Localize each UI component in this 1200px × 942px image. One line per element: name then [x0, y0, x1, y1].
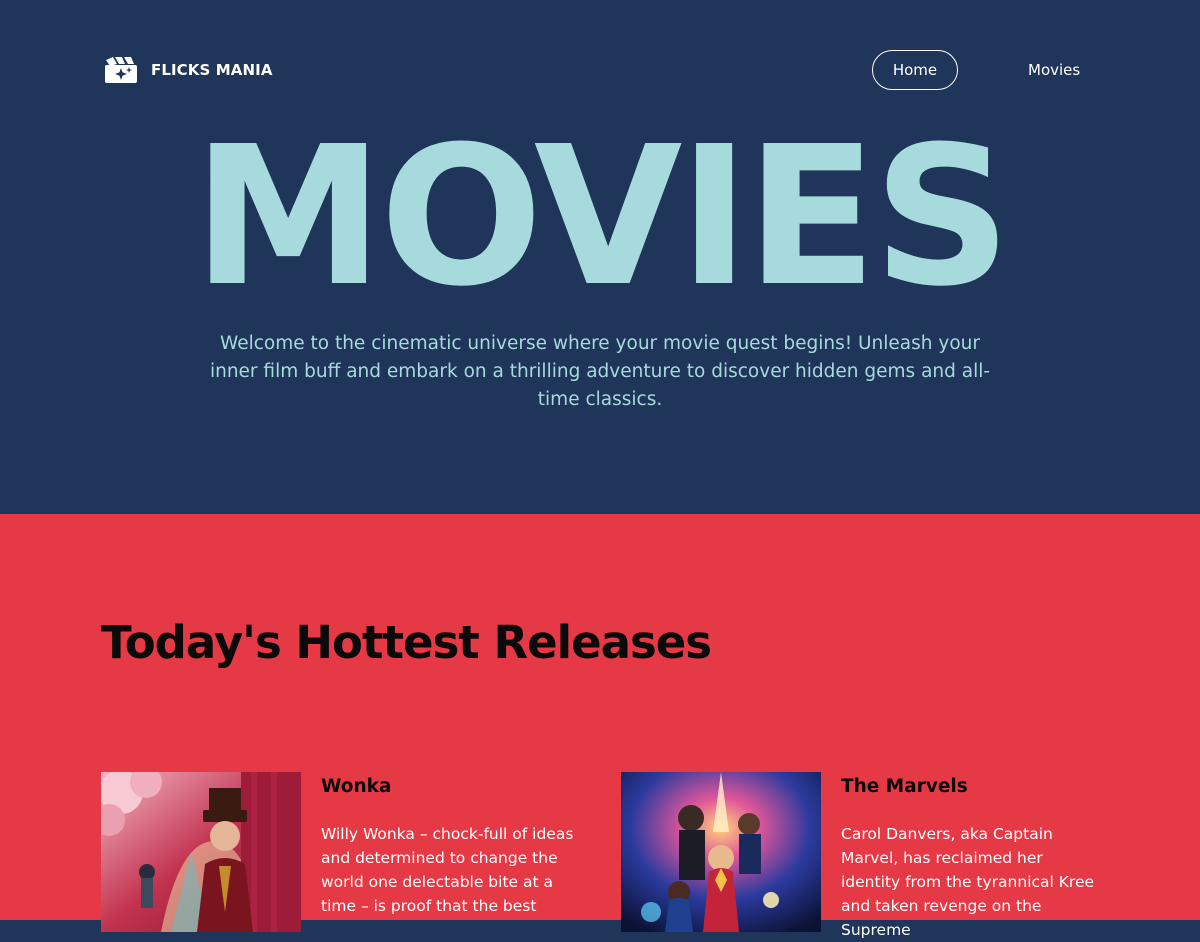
hero-title: MOVIES	[192, 106, 1012, 329]
hero-description: Welcome to the cinematic universe where …	[209, 333, 991, 410]
brand-name: FLICKS MANIA	[151, 61, 273, 79]
nav-movies-link[interactable]: Movies	[1028, 61, 1080, 79]
movie-title[interactable]: Wonka	[321, 776, 391, 797]
movie-card-the-marvels[interactable]: The Marvels Carol Danvers, aka Captain M…	[621, 772, 1121, 939]
movie-title[interactable]: The Marvels	[841, 776, 968, 797]
nav-home-link[interactable]: Home	[872, 50, 958, 90]
brand-logo[interactable]: FLICKS MANIA	[104, 56, 273, 84]
movie-description: Carol Danvers, aka Captain Marvel, has r…	[841, 825, 1095, 939]
clapperboard-sparkle-icon	[105, 57, 137, 83]
wonka-poster[interactable]	[101, 772, 301, 932]
hottest-releases-section: Today's Hottest Releases Wonka Willy Won…	[0, 514, 1200, 939]
wonka-poster-image	[101, 772, 301, 932]
section-heading: Today's Hottest Releases	[101, 616, 712, 669]
the-marvels-poster[interactable]	[621, 772, 821, 932]
movie-card-wonka[interactable]: Wonka Willy Wonka – chock-full of ideas …	[101, 772, 601, 932]
main-nav: Home Movies	[872, 50, 1080, 90]
hero-section: FLICKS MANIA Home Movies MOVIES Welcome …	[0, 0, 1200, 514]
movie-description: Willy Wonka – chock-full of ideas and de…	[321, 825, 574, 915]
the-marvels-poster-image	[621, 772, 821, 932]
